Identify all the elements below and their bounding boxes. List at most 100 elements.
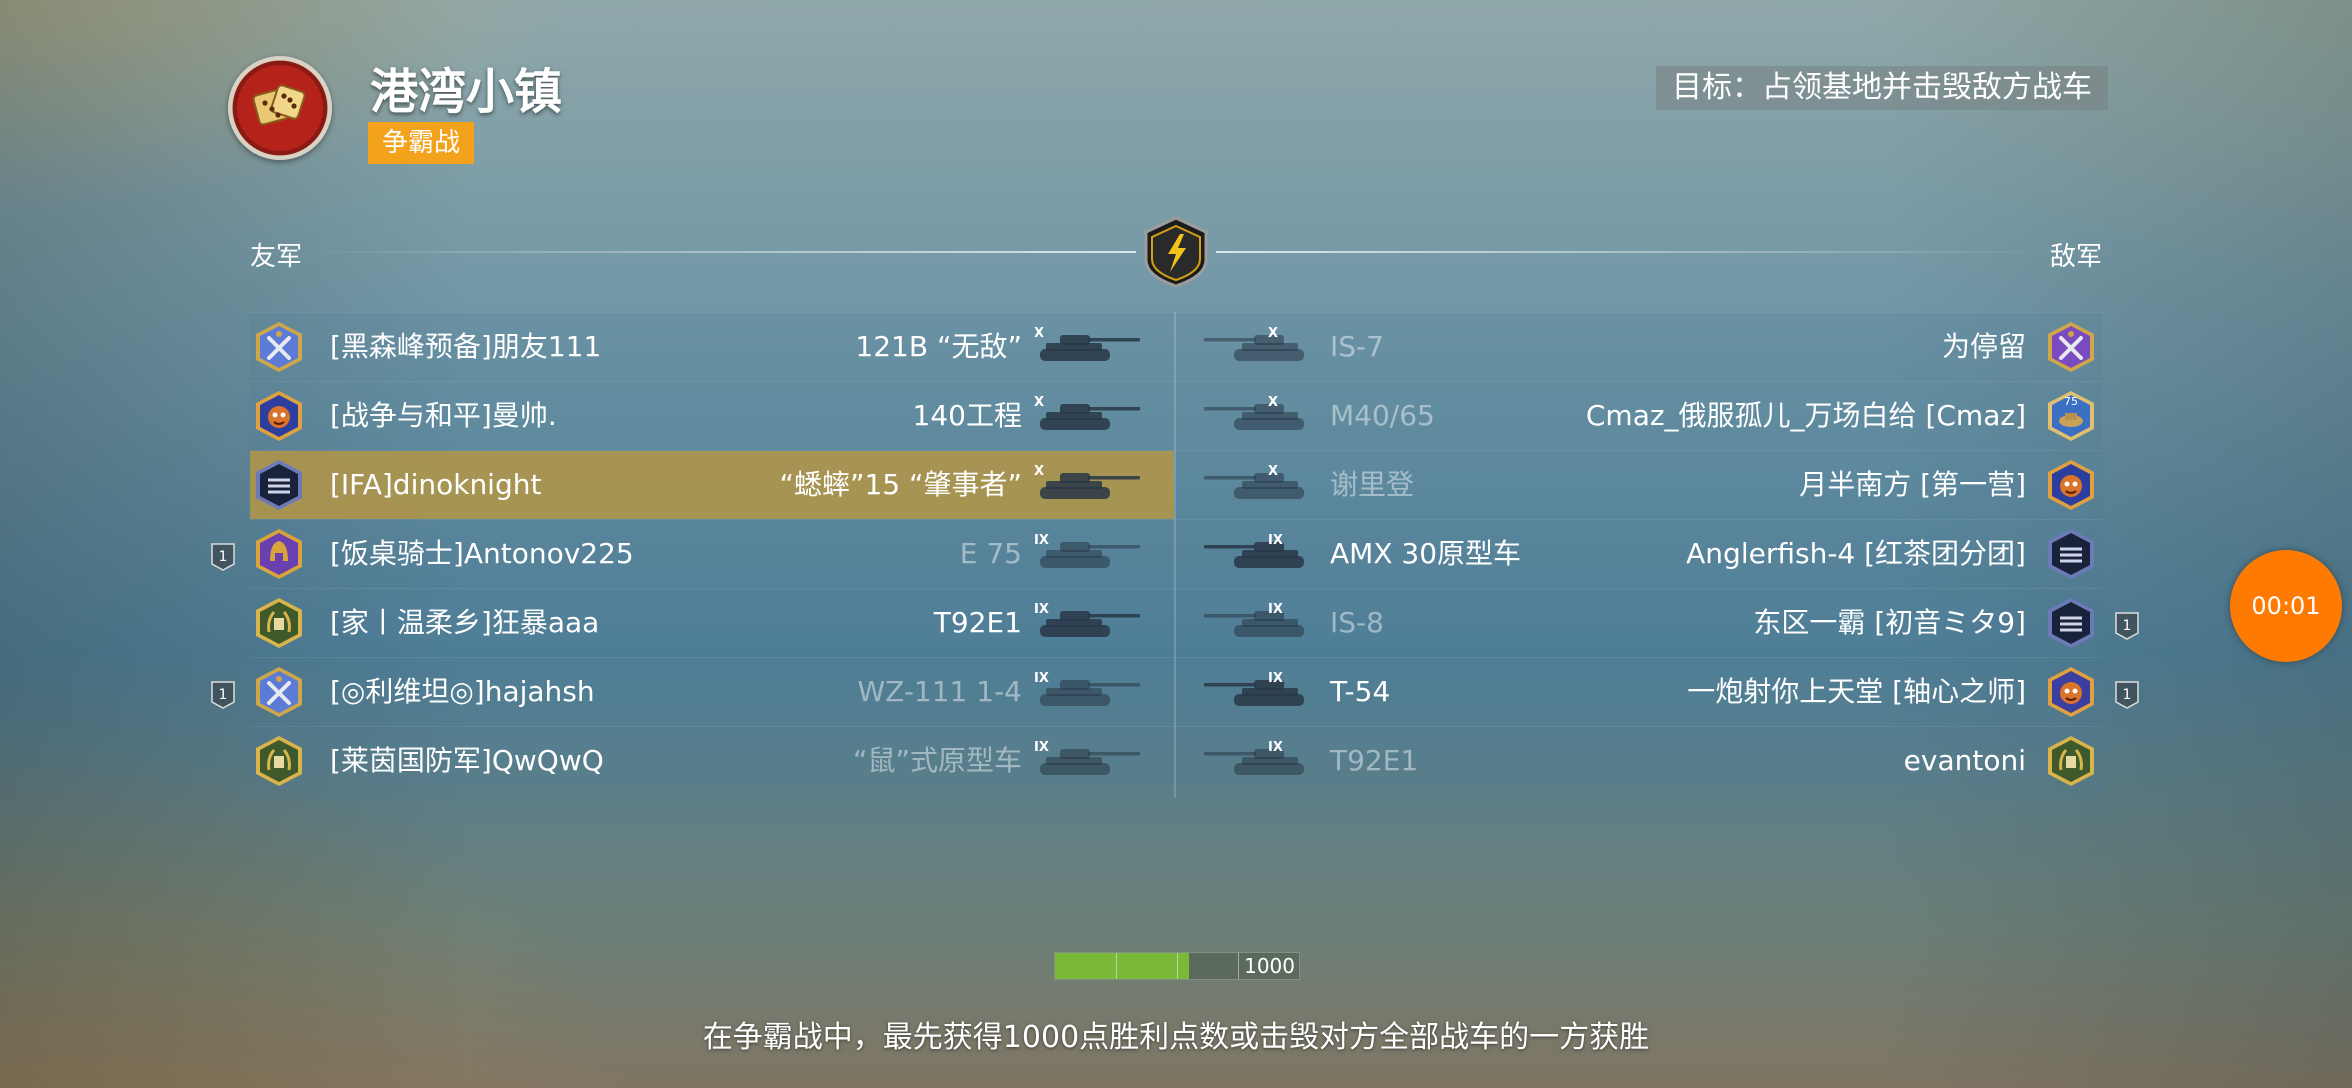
svg-text:X: X (1268, 326, 1278, 341)
ally-player-entry: 1 [饭桌骑士]Antonov225 E 75 IX (211, 520, 1174, 588)
roster-row: [莱茵国防军]QwQwQ “鼠”式原型车 IX IX T92E1 evantoni (250, 726, 2102, 795)
svg-text:1: 1 (2123, 618, 2132, 634)
tank-silhouette-icon: X (1034, 326, 1140, 361)
roster-row: [黑森峰预备]朋友111 121B “无敌” X X IS-7 为停留 (250, 312, 2102, 381)
ally-player-entry: [战争与和平]曼帅. 140工程 X (250, 382, 1174, 450)
platoon-badge-icon: 1 (2115, 612, 2139, 640)
ally-tank-name: 121B “无敌” (855, 330, 1022, 363)
map-title: 港湾小镇 (370, 64, 563, 120)
monkey-mascot-badge-icon (256, 391, 302, 441)
platoon-badge-icon: 1 (211, 681, 235, 709)
ally-tank-name: “鼠”式原型车 (852, 744, 1022, 777)
tank-silhouette-icon: IX (1204, 602, 1304, 637)
enemy-player-name: 为停留 (1941, 330, 2026, 363)
mad-games-badge-icon (256, 460, 302, 510)
svg-text:IX: IX (1268, 602, 1283, 617)
map-icon (228, 56, 332, 160)
svg-text:IX: IX (1268, 740, 1283, 755)
ally-player-entry: [家丨温柔乡]狂暴aaa T92E1 IX (250, 589, 1174, 657)
dice-icon (252, 84, 306, 126)
roster-row: [IFA]dinoknight “蟋蟀”15 “肇事者” X X 谢里登 月半南方 … (250, 450, 2102, 519)
lightning-shield-icon (1144, 216, 1208, 288)
svg-text:IX: IX (1268, 533, 1283, 548)
mad-games-badge-icon (2048, 598, 2094, 648)
enemy-tank-name: IS-7 (1330, 330, 1384, 363)
svg-text:X: X (1268, 395, 1278, 410)
tank-silhouette-icon: IX (1034, 602, 1140, 637)
score-tick (1177, 953, 1178, 979)
tank-silhouette-icon: X (1204, 326, 1304, 361)
laurel-shield-badge-icon (256, 736, 302, 786)
tank-silhouette-icon: X (1034, 464, 1140, 499)
ally-tank-name: “蟋蟀”15 “肇事者” (779, 468, 1022, 501)
ally-player-entry: [IFA]dinoknight “蟋蟀”15 “肇事者” X (250, 451, 1174, 519)
enemy-tank-name: M40/65 (1330, 399, 1435, 432)
score-tick (1238, 953, 1239, 979)
ally-player-entry: [黑森峰预备]朋友111 121B “无敌” X (250, 313, 1174, 381)
svg-text:1: 1 (219, 687, 228, 703)
tank-silhouette-icon: IX (1034, 740, 1140, 775)
tank-silhouette-icon: IX (1034, 671, 1140, 706)
enemy-player-name: 一炮射你上天堂 [轴心之师] (1687, 675, 2026, 708)
tank-silhouette-icon: IX (1204, 671, 1304, 706)
battle-mode-badge: 争霸战 (368, 122, 475, 164)
score-tick (1116, 953, 1117, 979)
svg-text:IX: IX (1034, 533, 1049, 548)
svg-text:IX: IX (1034, 740, 1049, 755)
ally-player-entry: 1 [◎利维坦◎]hajahsh WZ-111 1-4 IX (211, 658, 1174, 726)
ally-tank-name: WZ-111 1-4 (857, 675, 1022, 708)
mad-games-badge-icon (2048, 529, 2094, 579)
anniversary-75-badge-icon: 75 (2048, 391, 2094, 441)
svg-text:X: X (1034, 464, 1044, 479)
ally-player-name: [◎利维坦◎]hajahsh (330, 675, 595, 708)
laurel-shield-badge-icon (2048, 736, 2094, 786)
monkey-mascot-badge-icon (2048, 460, 2094, 510)
mode-hint-text: 在争霸战中，最先获得1000点胜利点数或击毁对方全部战车的一方获胜 (702, 1020, 1650, 1055)
laurel-shield-badge-icon (256, 598, 302, 648)
tank-silhouette-icon: IX (1204, 740, 1304, 775)
crossed-swords-badge-icon (256, 322, 302, 372)
tank-silhouette-icon: IX (1204, 533, 1304, 568)
enemy-player-name: Anglerfish-4 [红茶团分团] (1686, 537, 2026, 570)
enemy-player-entry: IX T92E1 evantoni (1176, 727, 2100, 795)
enemies-label: 敌军 (2049, 242, 2102, 272)
ally-tank-name: E 75 (959, 537, 1022, 570)
divider-line-left (300, 251, 1136, 253)
battle-objective: 目标：占领基地并击毁敌方战车 (1656, 66, 2108, 110)
svg-text:75: 75 (2064, 395, 2078, 408)
platoon-badge-icon: 1 (211, 543, 235, 571)
enemy-player-name: 月半南方 [第一营] (1799, 468, 2026, 501)
enemy-player-name: 东区一霸 [初音ミタ9] (1753, 606, 2026, 639)
roster-row: [战争与和平]曼帅. 140工程 X X M40/65 Cmaz_俄服孤儿_万场白给… (250, 381, 2102, 450)
svg-text:1: 1 (2123, 687, 2132, 703)
enemy-player-entry: IX AMX 30原型车 Anglerfish-4 [红茶团分团] (1176, 520, 2100, 588)
svg-text:X: X (1034, 326, 1044, 341)
enemy-tank-name: AMX 30原型车 (1330, 537, 1522, 570)
svg-text:IX: IX (1268, 671, 1283, 686)
enemy-player-entry: X 谢里登 月半南方 [第一营] (1176, 451, 2100, 519)
svg-text:IX: IX (1034, 671, 1049, 686)
spartan-helmet-badge-icon (256, 529, 302, 579)
ally-tank-name: 140工程 (912, 399, 1022, 432)
enemy-player-name: evantoni (1903, 744, 2026, 777)
cartoon-face-badge-icon (2048, 667, 2094, 717)
ally-player-name: [战争与和平]曼帅. (330, 399, 557, 432)
roster-row: [家丨温柔乡]狂暴aaa T92E1 IX IX IS-8 东区一霸 [初音ミタ9]… (250, 588, 2139, 657)
allies-label: 友军 (250, 242, 303, 272)
svg-text:1: 1 (219, 549, 228, 565)
tank-silhouette-icon: IX (1034, 533, 1140, 568)
enemy-tank-name: T92E1 (1330, 744, 1419, 777)
tank-silhouette-icon: X (1034, 395, 1140, 430)
ally-player-name: [IFA]dinoknight (330, 468, 542, 501)
ally-player-name: [家丨温柔乡]狂暴aaa (330, 606, 600, 639)
ally-player-name: [莱茵国防军]QwQwQ (330, 744, 604, 777)
svg-text:X: X (1268, 464, 1278, 479)
enemy-player-name: Cmaz_俄服孤儿_万场白给 [Cmaz] (1585, 399, 2026, 432)
roster-row: 1 [◎利维坦◎]hajahsh WZ-111 1-4 IX IX T-54 一炮射… (211, 657, 2139, 726)
victory-points-bar: 1000 (1054, 952, 1300, 980)
roster-row: 1 [饭桌骑士]Antonov225 E 75 IX IX AMX 30原型车 An… (211, 519, 2102, 588)
enemy-player-entry: X M40/65 Cmaz_俄服孤儿_万场白给 [Cmaz] 75 (1176, 382, 2100, 450)
ally-player-name: [黑森峰预备]朋友111 (330, 330, 602, 363)
enemy-player-entry: X IS-7 为停留 (1176, 313, 2100, 381)
svg-text:X: X (1034, 395, 1044, 410)
